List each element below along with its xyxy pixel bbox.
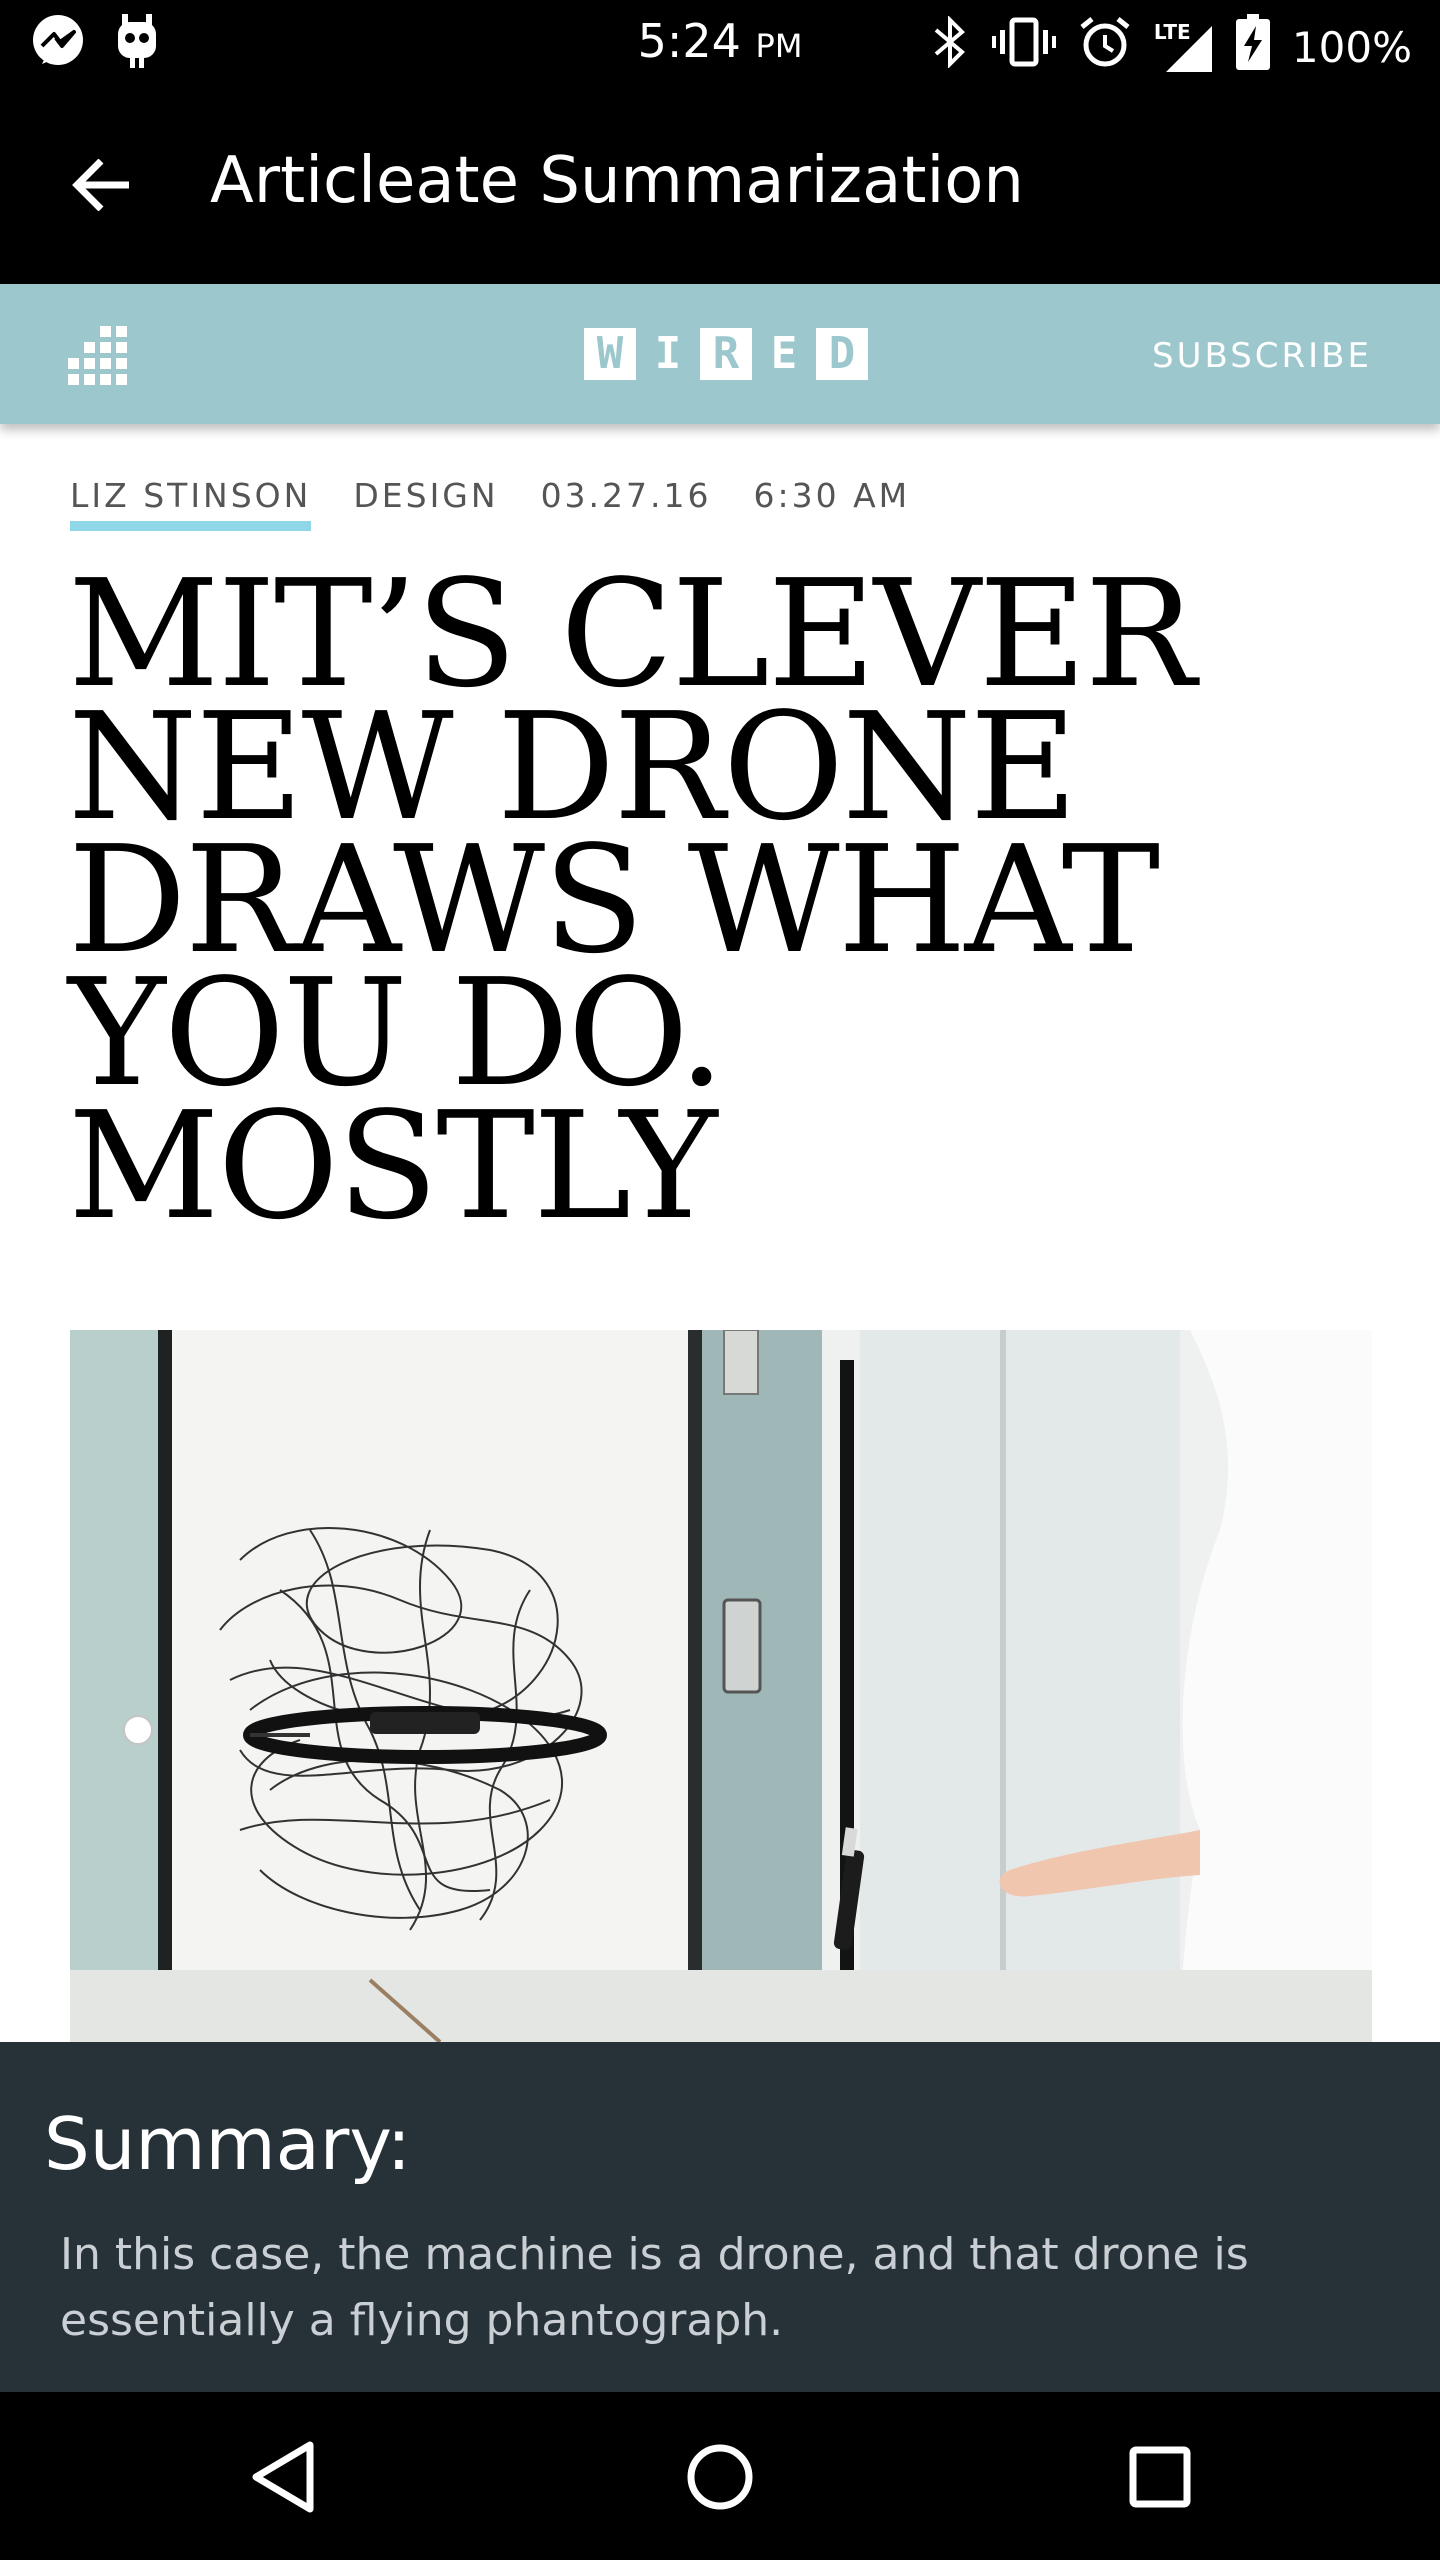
- drone-drawing-photo: [70, 1330, 1372, 2042]
- nav-home-button[interactable]: [675, 2434, 765, 2524]
- arrow-left-icon: [71, 158, 131, 215]
- navigation-bar: [0, 2392, 1440, 2560]
- wired-logo[interactable]: W I R E D: [584, 328, 868, 380]
- clock-time: 5:24: [637, 14, 741, 68]
- author-link[interactable]: LIZ STINSON: [70, 476, 312, 531]
- clock-ampm: PM: [755, 27, 803, 65]
- signal-icon: LTE: [1154, 20, 1214, 74]
- logo-letter: R: [700, 328, 752, 380]
- grid-menu-icon[interactable]: [66, 324, 130, 388]
- byline: LIZ STINSON DESIGN 03.27.16 6:30 AM: [70, 476, 911, 531]
- status-bar: 5:24 PM LTE 100%: [0, 0, 1440, 92]
- back-triangle-icon: [248, 2439, 318, 2519]
- article-image: [70, 1330, 1372, 2042]
- status-bar-system: LTE 100%: [930, 14, 1412, 80]
- logo-letter: W: [584, 328, 636, 380]
- subscribe-link[interactable]: SUBSCRIBE: [1152, 336, 1372, 376]
- nav-recents-button[interactable]: [1115, 2434, 1205, 2524]
- alarm-icon: [1078, 15, 1132, 79]
- headline-line: MOSTLY: [68, 1080, 718, 1252]
- app-title: Articleate Summarization: [210, 144, 1024, 218]
- battery-level: 100%: [1291, 22, 1412, 72]
- app-bar: Articleate Summarization: [0, 92, 1440, 284]
- category-link[interactable]: DESIGN: [353, 476, 498, 519]
- back-button[interactable]: [56, 142, 146, 232]
- logo-letter: E: [770, 328, 798, 379]
- home-circle-icon: [684, 2441, 756, 2517]
- logo-letter: I: [654, 328, 682, 379]
- screen: 5:24 PM LTE 100% Articleate Summarizatio…: [0, 0, 1440, 2560]
- article-headline: MIT’S CLEVER NEW DRONE DRAWS WHAT YOU DO…: [68, 560, 1388, 1252]
- logo-letter: D: [816, 328, 868, 380]
- site-header: W I R E D SUBSCRIBE: [0, 284, 1440, 424]
- publish-date: 03.27.16: [540, 476, 712, 515]
- nav-back-button[interactable]: [238, 2434, 328, 2524]
- publish-time: 6:30 AM: [753, 476, 911, 515]
- vibrate-icon: [991, 16, 1056, 78]
- bluetooth-icon: [930, 15, 970, 78]
- recents-square-icon: [1128, 2445, 1192, 2513]
- summary-heading: Summary:: [44, 2102, 411, 2186]
- battery-charging-icon: [1235, 14, 1270, 80]
- summary-panel: Summary: In this case, the machine is a …: [0, 2042, 1440, 2392]
- summary-text: In this case, the machine is a drone, an…: [60, 2229, 1249, 2346]
